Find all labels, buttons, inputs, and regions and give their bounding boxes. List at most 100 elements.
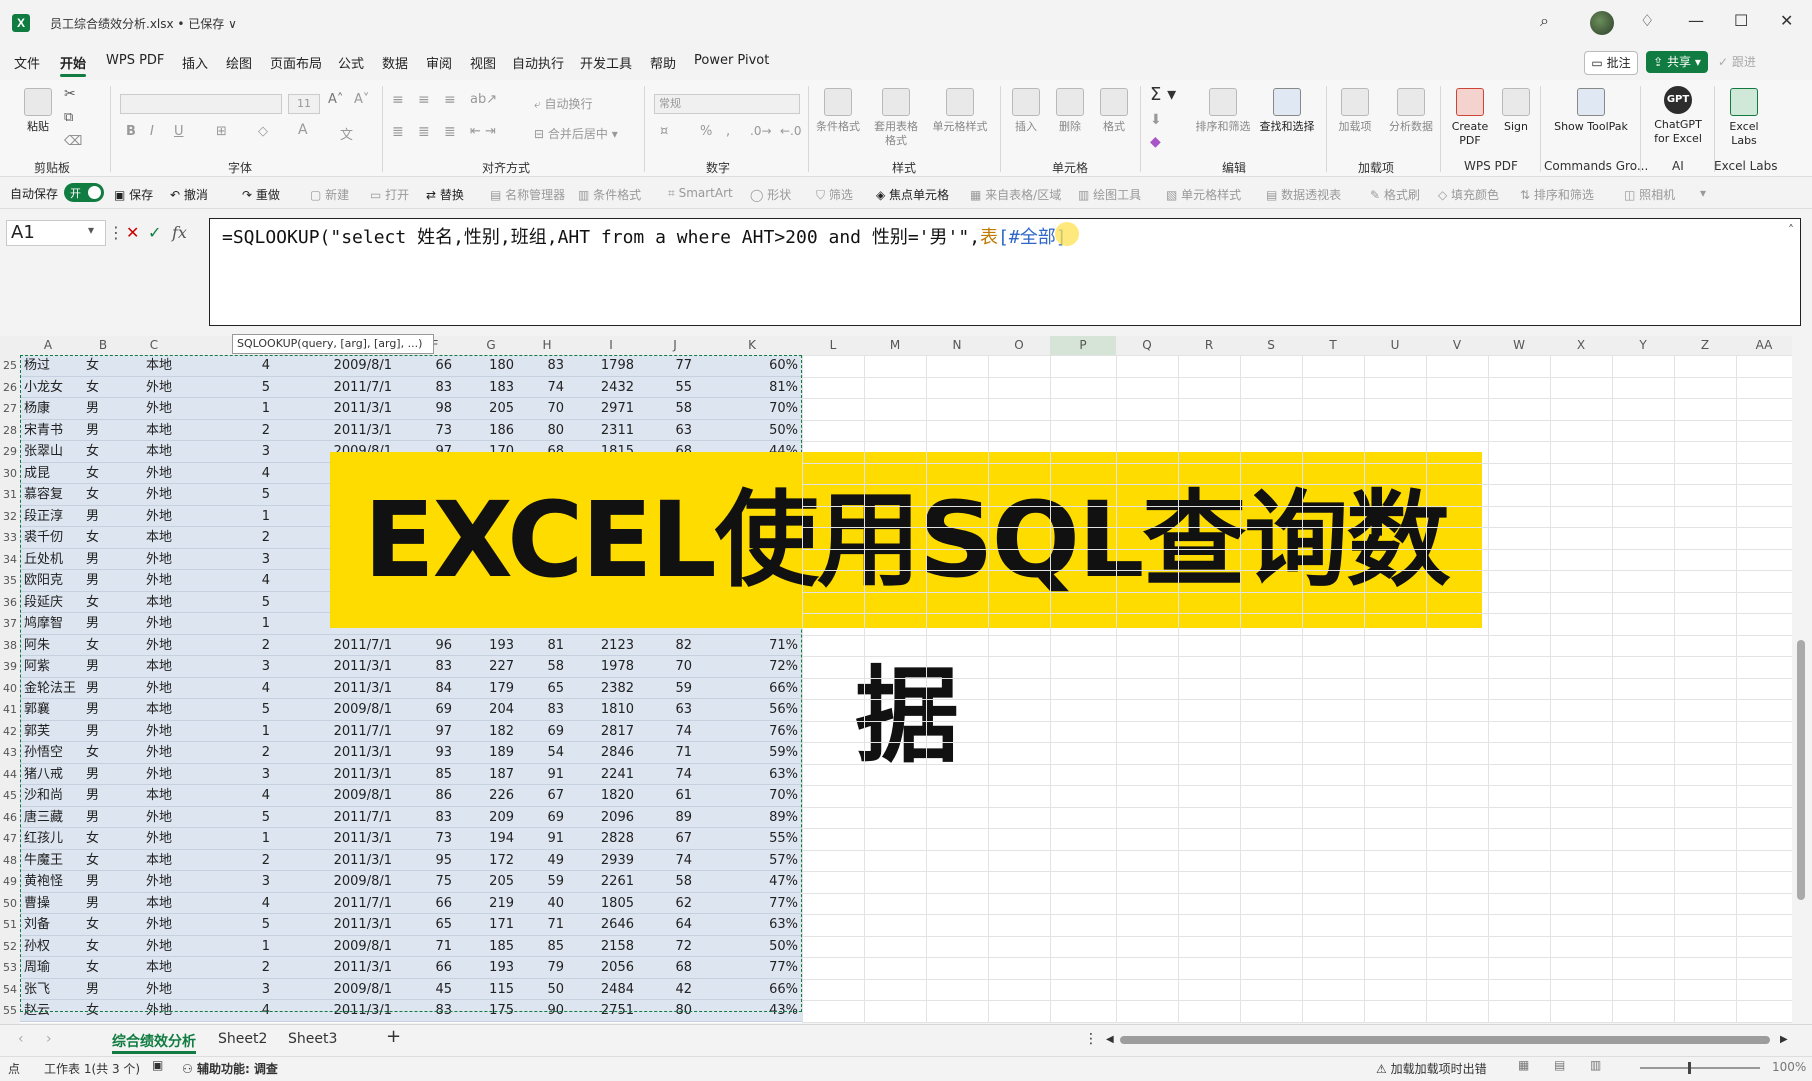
table-cell[interactable]: 72%	[702, 656, 798, 678]
qa-name-manager-button[interactable]: ▤ 名称管理器	[490, 186, 565, 203]
menu-home[interactable]: 开始	[60, 53, 86, 72]
add-sheet-icon[interactable]: +	[386, 1026, 401, 1047]
qa-sort-filter-button[interactable]: ⇅ 排序和筛选	[1520, 186, 1594, 203]
table-cell[interactable]: 2	[178, 957, 270, 979]
table-cell[interactable]: 115	[462, 979, 514, 1001]
underline-icon[interactable]: U	[174, 124, 184, 139]
zoom-slider-handle[interactable]	[1688, 1062, 1691, 1074]
table-cell[interactable]: 189	[462, 742, 514, 764]
row-header[interactable]: 43	[0, 742, 20, 764]
table-cell[interactable]: 47%	[702, 871, 798, 893]
table-cell[interactable]: 4	[178, 678, 270, 700]
table-cell[interactable]: 74	[648, 850, 692, 872]
page-break-view-icon[interactable]: ▥	[1590, 1058, 1601, 1072]
row-header[interactable]: 45	[0, 785, 20, 807]
row-header[interactable]: 48	[0, 850, 20, 872]
table-cell[interactable]: 4	[178, 355, 270, 377]
table-cell[interactable]: 2311	[574, 420, 634, 442]
fill-color-icon[interactable]: ◇	[258, 124, 268, 139]
table-cell[interactable]: 女	[86, 957, 126, 979]
table-cell[interactable]: 80	[520, 420, 564, 442]
row-header[interactable]: 36	[0, 592, 20, 614]
column-header[interactable]: Y	[1612, 336, 1674, 355]
table-cell[interactable]: 50%	[702, 420, 798, 442]
fill-icon[interactable]: ⬇	[1150, 112, 1162, 128]
table-cell[interactable]: 1	[178, 828, 270, 850]
table-cell[interactable]: 70	[648, 656, 692, 678]
table-cell[interactable]: 红孩儿	[24, 828, 76, 850]
row-header[interactable]: 25	[0, 355, 20, 377]
font-size-select[interactable]: 11	[288, 94, 320, 114]
table-cell[interactable]: 69	[408, 699, 452, 721]
column-header[interactable]: N	[926, 336, 988, 355]
align-bottom-icon[interactable]: ≡	[444, 92, 456, 108]
table-cell[interactable]: 5	[178, 807, 270, 829]
share-button[interactable]: ⇪ 共享 ▾	[1646, 51, 1708, 73]
table-cell[interactable]: 1	[178, 506, 270, 528]
search-icon[interactable]: ⌕	[1540, 11, 1549, 31]
minimize-icon[interactable]: —	[1688, 11, 1704, 30]
table-cell[interactable]: 60%	[702, 355, 798, 377]
table-cell[interactable]: 91	[520, 764, 564, 786]
table-cell[interactable]: 2939	[574, 850, 634, 872]
format-as-table-button[interactable]: 套用表格格式	[870, 88, 922, 148]
menu-view[interactable]: 视图	[470, 53, 496, 72]
table-cell[interactable]: 2	[178, 850, 270, 872]
table-cell[interactable]: 2382	[574, 678, 634, 700]
table-cell[interactable]: 2009/8/1	[320, 785, 392, 807]
table-cell[interactable]: 1	[178, 398, 270, 420]
table-cell[interactable]: 女	[86, 441, 126, 463]
table-cell[interactable]: 3	[178, 871, 270, 893]
table-cell[interactable]: 55	[648, 377, 692, 399]
hscroll-left-icon[interactable]: ◀	[1106, 1034, 1114, 1045]
row-header[interactable]: 51	[0, 914, 20, 936]
table-cell[interactable]: 93	[408, 742, 452, 764]
column-header[interactable]: B	[76, 336, 130, 355]
table-cell[interactable]: 40	[520, 893, 564, 915]
table-cell[interactable]: 45	[408, 979, 452, 1001]
collapse-formula-icon[interactable]: ˄	[1788, 223, 1794, 237]
row-header[interactable]: 33	[0, 527, 20, 549]
column-header[interactable]: O	[988, 336, 1050, 355]
table-cell[interactable]: 2011/3/1	[320, 742, 392, 764]
table-cell[interactable]: 96	[408, 635, 452, 657]
table-cell[interactable]: 61	[648, 785, 692, 807]
menu-formulas[interactable]: 公式	[338, 53, 364, 72]
row-header[interactable]: 37	[0, 613, 20, 635]
align-middle-icon[interactable]: ≡	[418, 92, 430, 108]
table-cell[interactable]: 黄袍怪	[24, 871, 76, 893]
table-cell[interactable]: 2011/3/1	[320, 828, 392, 850]
table-cell[interactable]: 66	[408, 893, 452, 915]
table-cell[interactable]: 女	[86, 936, 126, 958]
autosave-toggle[interactable]: 开	[64, 183, 104, 202]
table-cell[interactable]: 2009/8/1	[320, 936, 392, 958]
table-cell[interactable]: 2751	[574, 1000, 634, 1022]
table-cell[interactable]: 男	[86, 979, 126, 1001]
table-cell[interactable]: 郭芙	[24, 721, 76, 743]
horizontal-scroll-thumb[interactable]	[1120, 1036, 1770, 1044]
qa-conditional-format-button[interactable]: ▥ 条件格式	[578, 186, 641, 203]
wrap-text-button[interactable]: ⤶ 自动换行	[534, 95, 593, 112]
clear-icon[interactable]: ◆	[1150, 134, 1161, 150]
table-cell[interactable]: 2828	[574, 828, 634, 850]
conditional-format-button[interactable]: 条件格式	[812, 88, 864, 134]
table-cell[interactable]: 杨康	[24, 398, 76, 420]
table-cell[interactable]: 83	[408, 807, 452, 829]
table-cell[interactable]: 68	[648, 957, 692, 979]
table-cell[interactable]: 女	[86, 1000, 126, 1022]
table-cell[interactable]: 男	[86, 721, 126, 743]
format-cells-button[interactable]: 格式	[1094, 88, 1134, 134]
table-cell[interactable]: 女	[86, 742, 126, 764]
table-cell[interactable]: 1	[178, 721, 270, 743]
table-cell[interactable]: 98	[408, 398, 452, 420]
table-cell[interactable]: 张飞	[24, 979, 76, 1001]
table-cell[interactable]: 82	[648, 635, 692, 657]
column-header[interactable]: S	[1240, 336, 1302, 355]
align-right-icon[interactable]: ≣	[444, 124, 456, 140]
table-cell[interactable]: 67	[520, 785, 564, 807]
table-cell[interactable]: 62	[648, 893, 692, 915]
table-cell[interactable]: 175	[462, 1000, 514, 1022]
excel-labs-button[interactable]: Excel Labs	[1720, 88, 1768, 148]
table-cell[interactable]: 2011/3/1	[320, 850, 392, 872]
italic-icon[interactable]: I	[150, 124, 154, 139]
